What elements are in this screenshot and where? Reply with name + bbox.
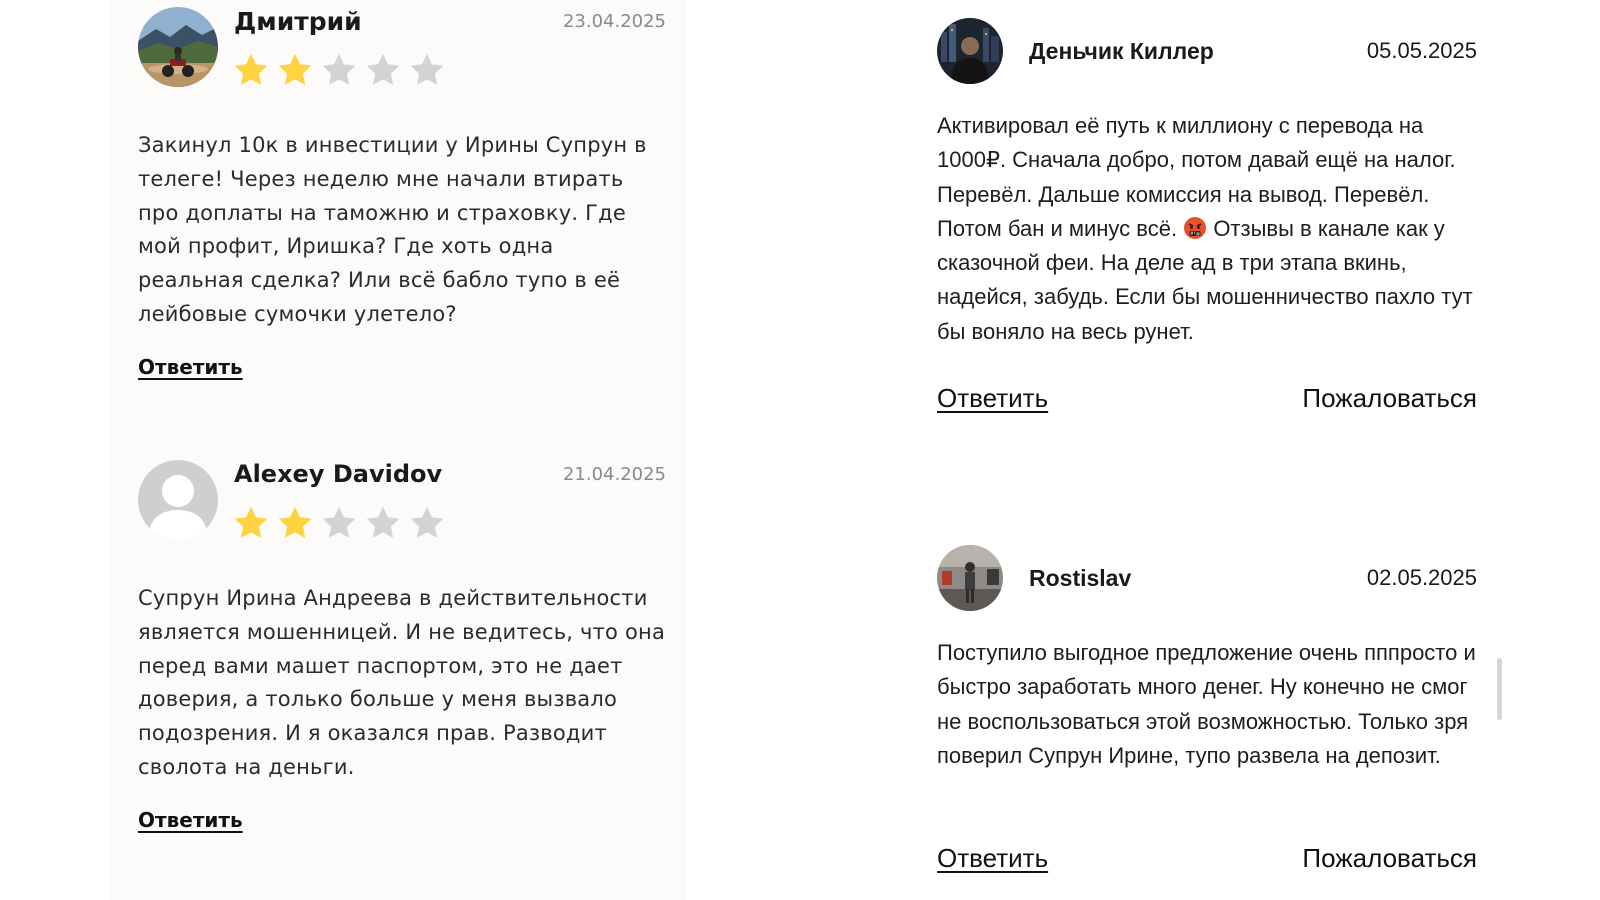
star-empty-icon (408, 51, 446, 89)
star-empty-icon (364, 51, 402, 89)
star-filled-icon (232, 51, 270, 89)
report-link[interactable]: Пожаловаться (1302, 843, 1477, 874)
review-date: 23.04.2025 (562, 11, 666, 32)
review-author: Дмитрий (234, 7, 362, 36)
rating-stars (232, 51, 446, 89)
star-empty-icon (320, 51, 358, 89)
reply-link[interactable]: Ответить (937, 843, 1048, 874)
star-filled-icon (276, 51, 314, 89)
review-author: Деньчик Киллер (1029, 38, 1214, 64)
review-date: 21.04.2025 (562, 464, 666, 485)
star-empty-icon (364, 504, 402, 542)
review-author: Alexey Davidov (234, 460, 443, 488)
review-text: Активировал её путь к миллиону с перевод… (937, 109, 1477, 349)
star-filled-icon (232, 504, 270, 542)
avatar-photo-icon (937, 545, 1003, 611)
default-user-icon (138, 460, 218, 540)
review-author: Rostislav (1029, 565, 1132, 591)
avatar-photo-icon (138, 7, 218, 87)
reply-link[interactable]: Ответить (138, 808, 243, 832)
avatar[interactable] (937, 18, 1003, 84)
review-text: Супрун Ирина Андреева в действительности… (138, 586, 666, 779)
rating-stars (232, 504, 446, 542)
avatar[interactable] (138, 460, 218, 540)
angry-face-emoji-icon: #!@ (1184, 216, 1207, 239)
svg-text:#!@: #!@ (1190, 231, 1201, 237)
report-link[interactable]: Пожаловаться (1302, 383, 1477, 414)
reply-link[interactable]: Ответить (937, 383, 1048, 414)
review-text: Закинул 10к в инвестиции у Ирины Супрун … (138, 133, 647, 326)
avatar[interactable] (937, 545, 1003, 611)
review-date: 05.05.2025 (1366, 38, 1477, 63)
reply-link[interactable]: Ответить (138, 355, 243, 379)
star-empty-icon (320, 504, 358, 542)
review-date: 02.05.2025 (1366, 565, 1477, 590)
avatar-photo-icon (937, 18, 1003, 84)
star-empty-icon (408, 504, 446, 542)
avatar[interactable] (138, 7, 218, 87)
scrollbar-thumb[interactable] (1497, 658, 1502, 720)
review-text: Поступило выгодное предложение очень ппп… (937, 640, 1476, 768)
star-filled-icon (276, 504, 314, 542)
